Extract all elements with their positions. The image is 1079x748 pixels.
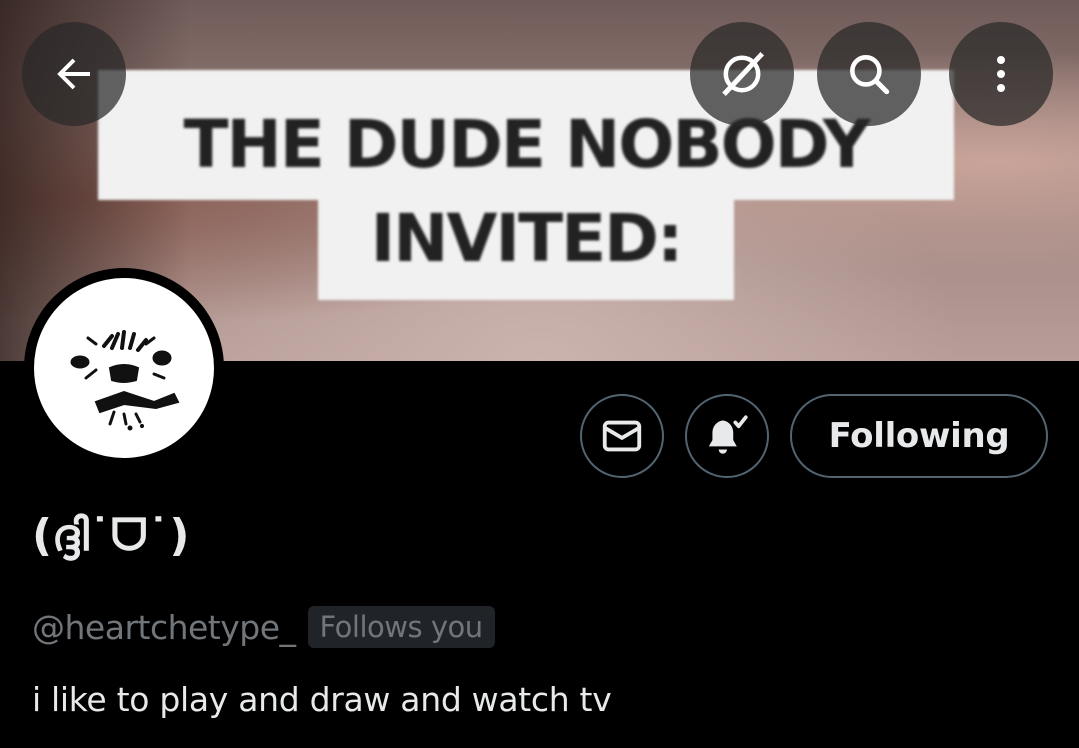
bell-check-icon [708,415,748,454]
arrow-left-icon [57,58,90,90]
search-button[interactable] [817,22,921,126]
envelope-icon [602,420,642,452]
notifications-button[interactable] [685,394,769,478]
more-options-button[interactable] [949,22,1053,126]
grok-icon [722,52,765,96]
following-button-label: Following [828,416,1010,456]
display-name: (ദ്ദി˙ᗜ˙) [32,510,190,561]
back-button[interactable] [22,22,126,126]
profile-bio: i like to play and draw and watch tv [32,680,612,719]
search-icon [850,55,890,95]
follows-you-badge: Follows you [307,606,495,648]
avatar-image [34,278,214,458]
avatar-drawing [70,330,180,431]
following-button[interactable]: Following [790,394,1048,478]
more-vertical-icon [997,56,1005,92]
banner-caption-line1: THE DUDE NOBODY [183,106,870,183]
user-handle: @heartchetype_ [32,607,296,647]
banner-caption: THE DUDE NOBODY INVITED: [98,98,954,286]
grok-button[interactable] [690,22,794,126]
profile-avatar[interactable] [24,268,224,468]
banner-caption-line2: INVITED: [370,200,684,277]
message-button[interactable] [580,394,664,478]
handle-row: @heartchetype_ Follows you [32,602,495,652]
